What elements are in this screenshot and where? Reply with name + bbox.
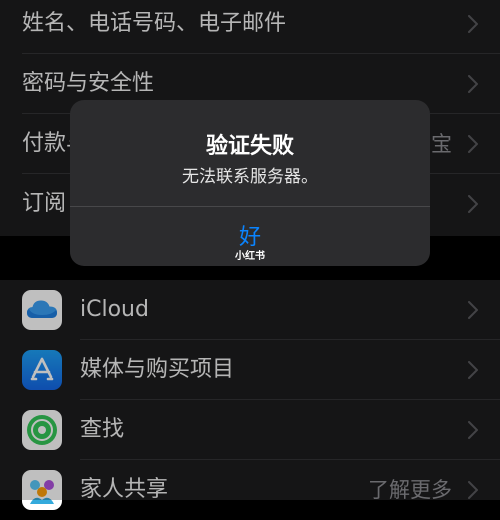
alert-title: 验证失败 xyxy=(205,134,294,159)
ok-button[interactable]: 好 小红书 xyxy=(70,207,430,266)
watermark-logo: 小红书 xyxy=(235,251,265,262)
alert-dialog: 验证失败 无法联系服务器。 好 小红书 xyxy=(70,100,430,266)
alert-message: 无法联系服务器。 xyxy=(182,167,318,187)
